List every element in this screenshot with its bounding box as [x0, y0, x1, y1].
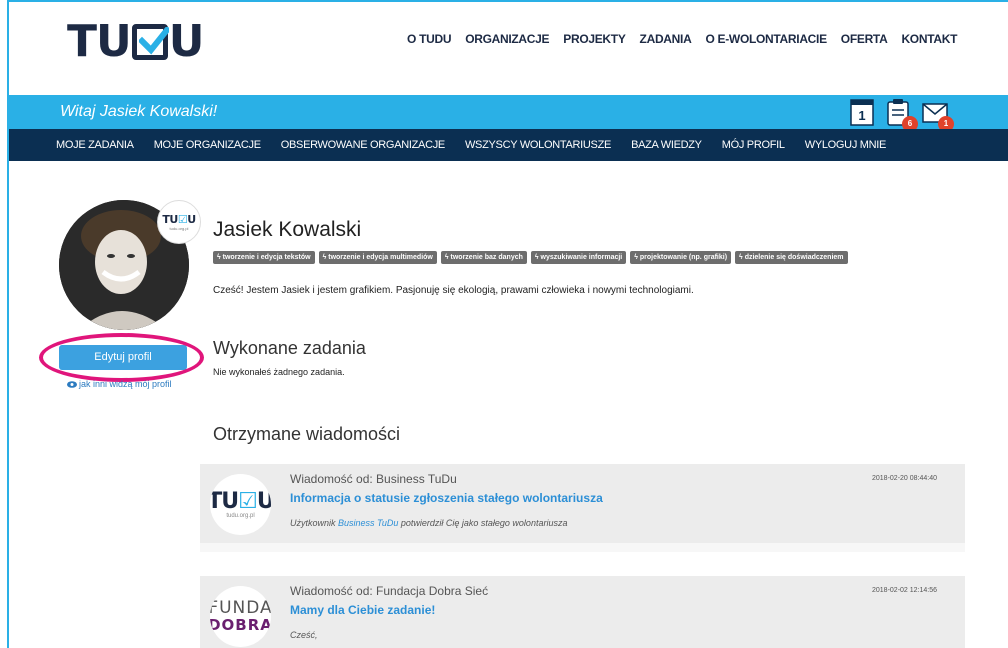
- funda-logo-bottom: DOBRA: [210, 615, 271, 634]
- top-nav-projekty[interactable]: PROJEKTY: [563, 32, 626, 46]
- profile-name: Jasiek Kowalski: [213, 218, 362, 241]
- skill-tag: ϟ tworzenie baz danych: [440, 251, 527, 264]
- message-sender: Wiadomość od: Business TuDu: [290, 472, 457, 486]
- sender-logo: TU☑U tudu.org.pl: [210, 474, 271, 535]
- skill-tag: ϟ projektowanie (np. grafiki): [630, 251, 732, 264]
- skill-tag: ϟ tworzenie i edycja multimediów: [318, 251, 437, 264]
- nav-moje-zadania[interactable]: MOJE ZADANIA: [56, 139, 134, 151]
- envelope-icon[interactable]: 1: [922, 98, 954, 132]
- calendar-day-label: 1: [858, 108, 865, 123]
- welcome-text: Witaj Jasiek Kowalski!: [60, 103, 218, 120]
- user-navigation: MOJE ZADANIA MOJE ORGANIZACJE OBSERWOWAN…: [9, 129, 1008, 161]
- edit-profile-button[interactable]: Edytuj profil: [59, 345, 187, 370]
- completed-tasks-empty: Nie wykonałeś żadnego zadania.: [213, 367, 345, 377]
- top-nav-o-tudu[interactable]: O TUDU: [407, 32, 452, 46]
- top-nav-organizacje[interactable]: ORGANIZACJE: [465, 32, 549, 46]
- badge-url: tudu.org.pl: [169, 226, 189, 231]
- message-subject[interactable]: Informacja o statusie zgłoszenia stałego…: [290, 491, 603, 505]
- site-header: TU U O TUDU ORGANIZACJE PROJEKTY ZADANIA…: [9, 0, 1008, 90]
- logo-text-left: TU: [67, 16, 132, 67]
- page-frame: TU U O TUDU ORGANIZACJE PROJEKTY ZADANIA…: [7, 0, 1008, 648]
- top-nav-kontakt[interactable]: KONTAKT: [901, 32, 957, 46]
- nav-moje-organizacje[interactable]: MOJE ORGANIZACJE: [154, 139, 261, 151]
- nav-moj-profil[interactable]: MÓJ PROFIL: [722, 139, 785, 151]
- nav-obserwowane-organizacje[interactable]: OBSERWOWANE ORGANIZACJE: [281, 139, 446, 151]
- top-navigation: O TUDU ORGANIZACJE PROJEKTY ZADANIA O E-…: [407, 32, 957, 46]
- logo-text-right: U: [168, 16, 205, 67]
- message-body: Cześć,: [290, 630, 318, 640]
- nav-baza-wiedzy[interactable]: BAZA WIEDZY: [631, 139, 702, 151]
- sender-link[interactable]: Business TuDu: [338, 518, 398, 528]
- received-messages-heading: Otrzymane wiadomości: [213, 424, 401, 444]
- message-subject[interactable]: Mamy dla Ciebie zadanie!: [290, 603, 435, 617]
- notification-icons: 1 6 1: [850, 98, 954, 132]
- message-item[interactable]: FUNDA DOBRA Wiadomość od: Fundacja Dobra…: [200, 576, 965, 648]
- skill-tags: ϟ tworzenie i edycja tekstów ϟ tworzenie…: [213, 251, 848, 264]
- clipboard-icon[interactable]: 6: [886, 98, 918, 132]
- welcome-bar: Witaj Jasiek Kowalski! 1 6 1: [9, 95, 1008, 132]
- top-nav-o-e-wolontariacie[interactable]: O E-WOLONTARIACIE: [705, 32, 827, 46]
- public-profile-link[interactable]: jak inni widzą mój profil: [67, 379, 172, 389]
- message-sender: Wiadomość od: Fundacja Dobra Sieć: [290, 584, 489, 598]
- calendar-icon[interactable]: 1: [850, 98, 876, 126]
- message-date: 2018-02-20 08:44:40: [872, 475, 937, 482]
- organization-badge: TU☑U tudu.org.pl: [157, 200, 201, 244]
- nav-wszyscy-wolontariusze[interactable]: WSZYSCY WOLONTARIUSZE: [465, 139, 611, 151]
- message-body: Użytkownik Business TuDu potwierdził Cię…: [290, 518, 568, 528]
- top-nav-zadania[interactable]: ZADANIA: [640, 32, 692, 46]
- completed-tasks-heading: Wykonane zadania: [213, 338, 366, 358]
- checkbox-logo-icon: [131, 24, 169, 60]
- skill-tag: ϟ dzielenie się doświadczeniem: [735, 251, 848, 264]
- eye-icon: [67, 380, 77, 388]
- message-item[interactable]: TU☑U tudu.org.pl Wiadomość od: Business …: [200, 464, 965, 543]
- sender-logo: FUNDA DOBRA: [210, 586, 271, 647]
- top-nav-oferta[interactable]: OFERTA: [841, 32, 888, 46]
- public-profile-label: jak inni widzą mój profil: [79, 379, 172, 389]
- tudu-logo[interactable]: TU U: [67, 16, 205, 67]
- nav-wyloguj-mnie[interactable]: WYLOGUJ MNIE: [805, 139, 887, 151]
- funda-logo-top: FUNDA: [210, 597, 271, 618]
- skill-tag: ϟ wyszukiwanie informacji: [530, 251, 627, 264]
- message-divider: [200, 543, 965, 552]
- badge-logo-text: TU☑U: [162, 213, 196, 226]
- skill-tag: ϟ tworzenie i edycja tekstów: [213, 251, 315, 264]
- tudu-mini-url: tudu.org.pl: [226, 512, 255, 519]
- message-date: 2018-02-02 12:14:56: [872, 587, 937, 594]
- tudu-mini-logo: TU☑U: [210, 488, 271, 514]
- profile-bio: Cześć! Jestem Jasiek i jestem grafikiem.…: [213, 285, 694, 296]
